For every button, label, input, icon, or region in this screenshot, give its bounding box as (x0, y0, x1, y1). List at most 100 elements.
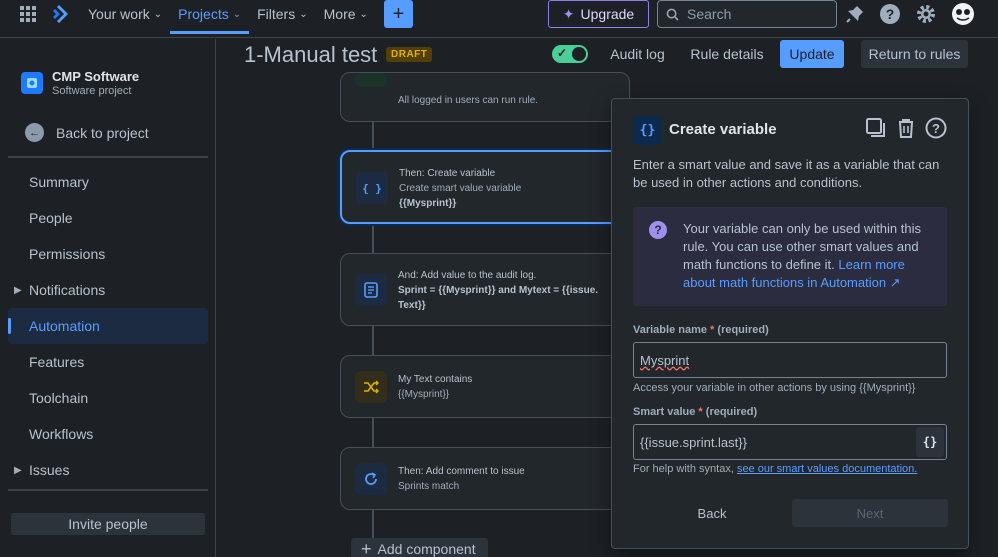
rule-card-create-variable[interactable]: { } Then: Create variable Create smart v… (340, 150, 630, 224)
required-hint: (required) (717, 324, 769, 336)
page-title: 1-Manual test (244, 42, 378, 67)
notifications-icon[interactable] (845, 4, 865, 24)
rule-details-button[interactable]: Rule details (684, 40, 770, 68)
sidebar-item-automation[interactable]: Automation (8, 308, 208, 344)
trigger-permission-text: All logged in users can run rule. (398, 95, 539, 106)
card-title: My Text contains (398, 374, 473, 385)
upgrade-button[interactable]: ✦ Upgrade (548, 0, 649, 28)
update-button[interactable]: Update (780, 40, 844, 68)
nav-projects[interactable]: Projects ⌄ (170, 0, 250, 34)
rule-card-add-comment[interactable]: Then: Add comment to issue Sprints match (340, 447, 630, 510)
trash-icon[interactable] (895, 117, 917, 139)
sidebar-item-issues[interactable]: ▶ Issues (8, 452, 208, 488)
sidebar-item-features[interactable]: Features (8, 344, 208, 380)
refresh-icon (355, 463, 387, 495)
audit-log-icon (355, 274, 387, 306)
card-text: And: Add value to the audit log. Sprint … (398, 268, 618, 313)
rule-card-condition[interactable]: My Text contains {{Mysprint}} (340, 355, 630, 418)
arrow-left-icon: ← (25, 123, 44, 142)
panel-title: Create variable (669, 121, 777, 138)
nav-projects-label: Projects (178, 6, 229, 22)
sidebar-item-label: Notifications (29, 282, 106, 298)
trigger-text: All logged in users can run rule. (398, 93, 618, 108)
variable-name-label-text: Variable name (633, 324, 707, 336)
insert-smart-value-button[interactable]: {} (916, 427, 944, 457)
card-detail: Text}} (398, 300, 426, 311)
variable-name-label: Variable name * (required) (633, 324, 769, 336)
project-name: CMP Software (52, 69, 140, 84)
smart-values-docs-link[interactable]: see our smart values documentation. (737, 463, 917, 475)
search-placeholder: Search (687, 6, 732, 22)
app-switcher-icon[interactable] (18, 4, 38, 24)
sidebar-item-workflows[interactable]: Workflows (8, 416, 208, 452)
sidebar-item-toolchain[interactable]: Toolchain (8, 380, 208, 416)
plus-icon: + (361, 538, 372, 557)
svg-text:?: ? (886, 6, 895, 22)
card-subtitle: Sprint = {{Mysprint}} and Mytext = {{iss… (398, 285, 599, 296)
jira-logo-icon[interactable] (48, 3, 70, 25)
shuffle-icon (355, 371, 387, 403)
sidebar-item-permissions[interactable]: Permissions (8, 236, 208, 272)
project-header[interactable]: CMP Software Software project (21, 69, 139, 97)
nav-filters[interactable]: Filters ⌄ (249, 0, 316, 33)
variable-name-field[interactable]: Mysprint (633, 342, 947, 378)
draft-badge: DRAFT (386, 47, 433, 62)
sidebar-item-label: Features (29, 354, 85, 370)
settings-gear-icon[interactable] (915, 3, 937, 25)
card-title: Then: Add comment to issue (398, 466, 525, 477)
divider (8, 489, 208, 491)
sidebar-item-label: Toolchain (29, 390, 89, 406)
info-text: Your variable can only be used within th… (683, 220, 933, 292)
divider (8, 156, 208, 158)
rule-card-audit-log[interactable]: And: Add value to the audit log. Sprint … (340, 253, 630, 326)
user-avatar-icon[interactable] (951, 2, 975, 26)
sidebar-item-notifications[interactable]: ▶ Notifications (8, 272, 208, 308)
check-icon: ✓ (557, 46, 568, 60)
duplicate-icon[interactable] (865, 117, 887, 139)
info-section-message: ? Your variable can only be used within … (633, 207, 947, 306)
help-prefix: For help with syntax, (633, 463, 734, 475)
nav-your-work[interactable]: Your work ⌄ (80, 0, 170, 33)
create-button[interactable]: + (383, 0, 413, 28)
card-subtitle: Create smart value variable (399, 183, 522, 194)
back-to-project-link[interactable]: ← Back to project (25, 123, 149, 142)
sidebar-item-label: Permissions (29, 246, 106, 262)
toggle-knob (572, 47, 586, 61)
chevron-down-icon: ⌄ (232, 8, 242, 20)
nav-filters-label: Filters (257, 6, 296, 22)
add-component-button[interactable]: + Add component (351, 538, 488, 557)
nav-your-work-label: Your work (88, 6, 150, 22)
project-sidebar: CMP Software Software project ← Back to … (0, 39, 216, 557)
project-logo-icon (21, 72, 43, 94)
next-button[interactable]: Next (792, 499, 948, 527)
sidebar-item-summary[interactable]: Summary (8, 164, 208, 200)
sparkle-icon: ✦ (562, 5, 575, 22)
smart-value-help: For help with syntax, see our smart valu… (633, 463, 917, 475)
help-icon[interactable]: ? (879, 3, 901, 25)
card-subtitle: Sprints match (398, 481, 460, 492)
invite-people-button[interactable]: Invite people (11, 513, 205, 535)
panel-description: Enter a smart value and save it as a var… (633, 157, 940, 190)
help-circle-icon[interactable]: ? (925, 117, 947, 139)
rule-card-trigger[interactable]: All logged in users can run rule. (340, 72, 630, 122)
back-button[interactable]: Back (652, 499, 772, 527)
nav-more-label: More (323, 6, 356, 22)
nav-more[interactable]: More ⌄ (316, 0, 376, 33)
rule-enabled-toggle[interactable]: ✓ (552, 45, 588, 63)
audit-log-button[interactable]: Audit log (603, 40, 672, 68)
chevron-down-icon: ⌄ (299, 8, 308, 20)
sidebar-item-label: People (29, 210, 73, 226)
sidebar-item-people[interactable]: People (8, 200, 208, 236)
card-title: And: Add value to the audit log. (398, 270, 537, 281)
card-text: Then: Add comment to issue Sprints match (398, 464, 618, 494)
return-to-rules-button[interactable]: Return to rules (861, 40, 968, 68)
smart-value-field[interactable]: {{issue.sprint.last}} {} (633, 424, 947, 460)
search-input[interactable]: Search (657, 0, 837, 28)
top-navigation-bar: Your work ⌄ Projects ⌄ Filters ⌄ More ⌄ + ✦ … (0, 0, 998, 38)
card-text: Then: Create variable Create smart value… (399, 166, 619, 211)
upgrade-label: Upgrade (580, 6, 635, 22)
top-icons-group: ? (845, 2, 975, 26)
card-detail: {{Mysprint}} (399, 198, 457, 209)
chevron-down-icon: ⌄ (359, 8, 368, 20)
panel-actions: ? (865, 117, 947, 139)
